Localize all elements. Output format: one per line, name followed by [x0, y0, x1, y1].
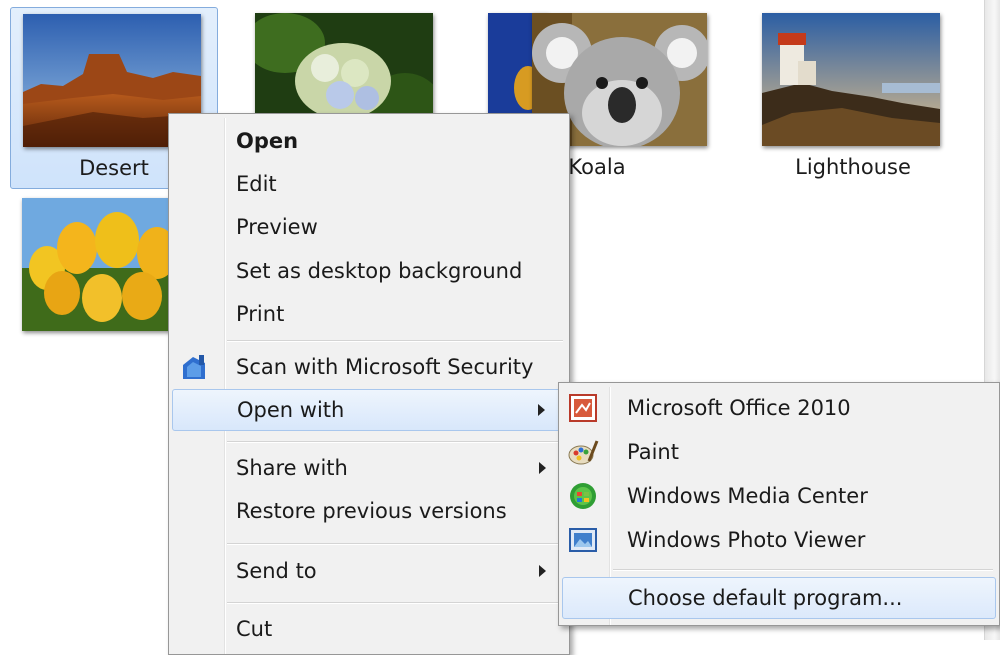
menu-item-label: Paint: [627, 440, 679, 464]
paint-palette-icon: [567, 437, 599, 467]
submenu-arrow-icon: [538, 404, 545, 416]
menu-item-label: Microsoft Office 2010: [627, 396, 851, 420]
menu-separator: [227, 441, 563, 443]
security-shield-icon: [179, 353, 209, 381]
submenu-item-windows-photo-viewer[interactable]: Windows Photo Viewer: [562, 520, 996, 560]
submenu-arrow-icon: [539, 462, 546, 474]
menu-separator: [227, 543, 563, 545]
menu-item-label: Edit: [236, 172, 277, 196]
menu-item-label: Windows Media Center: [627, 484, 868, 508]
menu-item-label: Choose default program...: [628, 586, 903, 610]
menu-item-scan-microsoft-security[interactable]: Scan with Microsoft Security: [172, 347, 566, 387]
menu-item-preview[interactable]: Preview: [172, 207, 566, 247]
menu-item-cut[interactable]: Cut: [172, 609, 566, 649]
menu-item-share-with[interactable]: Share with: [172, 448, 566, 488]
submenu-item-windows-media-center[interactable]: Windows Media Center: [562, 476, 996, 516]
menu-item-restore-previous-versions[interactable]: Restore previous versions: [172, 491, 566, 531]
menu-item-label: Send to: [236, 559, 317, 583]
menu-item-set-desktop-background[interactable]: Set as desktop background: [172, 251, 566, 291]
context-menu: Open Edit Preview Set as desktop backgro…: [168, 113, 570, 655]
file-tile-lighthouse[interactable]: Lighthouse: [750, 7, 956, 187]
menu-separator: [227, 602, 563, 604]
menu-item-open[interactable]: Open: [172, 121, 566, 161]
media-center-icon: [567, 481, 599, 511]
photo-viewer-icon: [567, 525, 599, 555]
menu-item-label: Scan with Microsoft Security: [236, 355, 534, 379]
submenu-item-microsoft-office-2010[interactable]: Microsoft Office 2010: [562, 388, 996, 428]
menu-item-edit[interactable]: Edit: [172, 164, 566, 204]
office-picture-manager-icon: [567, 393, 599, 423]
lighthouse-thumbnail: [762, 13, 940, 146]
menu-item-label: Open: [236, 129, 299, 153]
submenu-arrow-icon: [539, 565, 546, 577]
menu-item-print[interactable]: Print: [172, 294, 566, 334]
submenu-item-paint[interactable]: Paint: [562, 432, 996, 472]
menu-item-label: Open with: [237, 398, 345, 422]
submenu-item-choose-default-program[interactable]: Choose default program...: [562, 577, 996, 619]
menu-item-send-to[interactable]: Send to: [172, 551, 566, 591]
menu-item-label: Restore previous versions: [236, 499, 507, 523]
menu-item-label: Print: [236, 302, 285, 326]
menu-separator: [227, 340, 563, 342]
menu-separator: [613, 569, 993, 571]
file-name-label: Lighthouse: [795, 155, 911, 179]
menu-item-label: Preview: [236, 215, 318, 239]
menu-item-label: Windows Photo Viewer: [627, 528, 866, 552]
menu-item-label: Share with: [236, 456, 348, 480]
menu-item-open-with[interactable]: Open with: [172, 389, 566, 431]
menu-item-label: Cut: [236, 617, 273, 641]
open-with-submenu: Microsoft Office 2010 Paint Windows Medi…: [558, 382, 1000, 626]
menu-item-label: Set as desktop background: [236, 259, 523, 283]
